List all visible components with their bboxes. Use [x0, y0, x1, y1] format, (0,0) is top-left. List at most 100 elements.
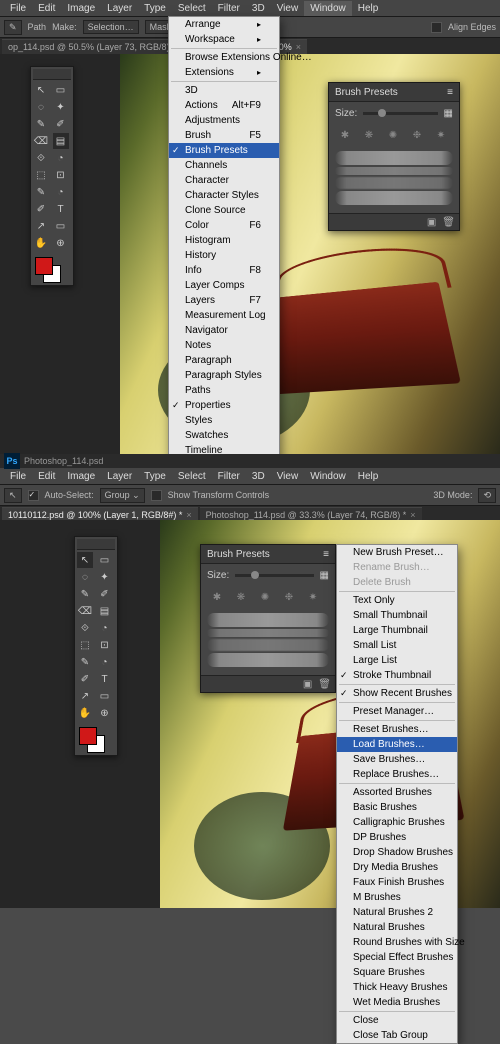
ctx-new-preset[interactable]: New Brush Preset…: [337, 545, 457, 560]
tool-stamp[interactable]: ⟐: [33, 150, 49, 166]
brush-stroke-preview[interactable]: [207, 639, 329, 651]
tool-history-brush[interactable]: ◔: [97, 620, 113, 636]
ctx-brushset[interactable]: Basic Brushes: [337, 800, 457, 815]
brush-tip[interactable]: ✺: [383, 125, 403, 145]
ctx-small-list[interactable]: Small List: [337, 638, 457, 653]
menu-select[interactable]: Select: [172, 469, 212, 484]
ctx-replace[interactable]: Replace Brushes…: [337, 767, 457, 782]
auto-select-checkbox[interactable]: [28, 490, 39, 501]
ctx-brushset[interactable]: Natural Brushes 2: [337, 905, 457, 920]
brush-stroke-preview[interactable]: [335, 167, 453, 175]
tool-eraser[interactable]: ⬚: [33, 167, 49, 183]
menu-layers[interactable]: LayersF7: [169, 293, 279, 308]
menu-para-styles[interactable]: Paragraph Styles: [169, 368, 279, 383]
tab-doc1[interactable]: op_114.psd @ 50.5% (Layer 73, RGB/8) *×: [2, 39, 191, 54]
menu-filter[interactable]: Filter: [212, 1, 246, 16]
tool-dodge[interactable]: ◔: [53, 184, 69, 200]
menu-arrange[interactable]: Arrange: [169, 17, 279, 32]
ctx-large-thumb[interactable]: Large Thumbnail: [337, 623, 457, 638]
close-icon[interactable]: ×: [410, 510, 415, 520]
tool-zoom[interactable]: ⊕: [53, 235, 69, 251]
menu-3d[interactable]: 3D: [246, 1, 271, 16]
foreground-color[interactable]: [35, 257, 53, 275]
menu-browse-ext[interactable]: Browse Extensions Online…: [169, 50, 279, 65]
ctx-brushset[interactable]: Faux Finish Brushes: [337, 875, 457, 890]
ctx-brushset[interactable]: Dry Media Brushes: [337, 860, 457, 875]
menu-info[interactable]: InfoF8: [169, 263, 279, 278]
ctx-brushset[interactable]: Calligraphic Brushes: [337, 815, 457, 830]
tool-hand[interactable]: ✋: [33, 235, 49, 251]
ctx-brushset[interactable]: Wet Media Brushes: [337, 995, 457, 1010]
tool-shape[interactable]: ▭: [53, 218, 69, 234]
tool-wand[interactable]: ✦: [53, 99, 69, 115]
tool-zoom[interactable]: ⊕: [97, 705, 113, 721]
tool-preset-icon[interactable]: ✎: [4, 20, 22, 35]
menu-edit[interactable]: Edit: [32, 1, 61, 16]
show-transform-checkbox[interactable]: [151, 490, 162, 501]
tool-eyedrop[interactable]: ✐: [53, 116, 69, 132]
menu-type[interactable]: Type: [138, 1, 172, 16]
brush-tip[interactable]: ✷: [303, 587, 323, 607]
toolbox-header[interactable]: [77, 539, 115, 550]
menu-character[interactable]: Character: [169, 173, 279, 188]
menu-adjustments[interactable]: Adjustments: [169, 113, 279, 128]
menu-image[interactable]: Image: [61, 469, 101, 484]
tool-shape[interactable]: ▭: [97, 688, 113, 704]
tool-path[interactable]: ↗: [77, 688, 93, 704]
make-selection-button[interactable]: Selection…: [83, 20, 139, 34]
tool-stamp[interactable]: ⟐: [77, 620, 93, 636]
menu-paths[interactable]: Paths: [169, 383, 279, 398]
ctx-brushset[interactable]: Thick Heavy Brushes: [337, 980, 457, 995]
ctx-brushset[interactable]: M Brushes: [337, 890, 457, 905]
toolbox-header[interactable]: [33, 69, 71, 80]
ctx-reset[interactable]: Reset Brushes…: [337, 722, 457, 737]
menu-extensions[interactable]: Extensions: [169, 65, 279, 80]
ctx-show-recent[interactable]: Show Recent Brushes: [337, 686, 457, 701]
menu-type[interactable]: Type: [138, 469, 172, 484]
tool-pen[interactable]: ✐: [33, 201, 49, 217]
ctx-preset-manager[interactable]: Preset Manager…: [337, 704, 457, 719]
tool-lasso[interactable]: ◌: [33, 99, 49, 115]
ctx-brushset[interactable]: DP Brushes: [337, 830, 457, 845]
menu-edit[interactable]: Edit: [32, 469, 61, 484]
toggle-brush-panel-icon[interactable]: ▦: [444, 108, 453, 119]
ctx-save[interactable]: Save Brushes…: [337, 752, 457, 767]
menu-swatches[interactable]: Swatches: [169, 428, 279, 443]
align-edges-checkbox[interactable]: [431, 22, 442, 33]
tool-crop[interactable]: ✎: [77, 586, 93, 602]
ctx-close-tab-group[interactable]: Close Tab Group: [337, 1028, 457, 1043]
ctx-stroke-thumb[interactable]: Stroke Thumbnail: [337, 668, 457, 683]
brush-tip[interactable]: ✱: [207, 587, 227, 607]
menu-paragraph[interactable]: Paragraph: [169, 353, 279, 368]
tool-wand[interactable]: ✦: [97, 569, 113, 585]
tool-pen[interactable]: ✐: [77, 671, 93, 687]
close-icon[interactable]: ×: [296, 42, 301, 52]
3d-mode-icon[interactable]: ⟲: [478, 488, 496, 503]
brush-stroke-preview[interactable]: [207, 613, 329, 627]
ctx-brushset[interactable]: Natural Brushes: [337, 920, 457, 935]
menu-view[interactable]: View: [271, 1, 305, 16]
ctx-brushset[interactable]: Square Brushes: [337, 965, 457, 980]
tool-type[interactable]: T: [53, 201, 69, 217]
auto-select-dropdown[interactable]: Group ⌄: [100, 488, 145, 503]
menu-history[interactable]: History: [169, 248, 279, 263]
path-mode[interactable]: Path: [28, 22, 47, 32]
size-slider[interactable]: [363, 112, 437, 115]
brush-tip[interactable]: ❋: [359, 125, 379, 145]
menu-file[interactable]: File: [4, 469, 32, 484]
menu-actions[interactable]: ActionsAlt+F9: [169, 98, 279, 113]
menu-help[interactable]: Help: [352, 469, 385, 484]
new-preset-icon[interactable]: ▣: [427, 217, 436, 228]
new-preset-icon[interactable]: ▣: [303, 679, 312, 690]
tool-lasso[interactable]: ◌: [77, 569, 93, 585]
tool-hand[interactable]: ✋: [77, 705, 93, 721]
ctx-load[interactable]: Load Brushes…: [337, 737, 457, 752]
menu-view[interactable]: View: [271, 469, 305, 484]
tool-history-brush[interactable]: ◔: [53, 150, 69, 166]
menu-navigator[interactable]: Navigator: [169, 323, 279, 338]
delete-preset-icon[interactable]: 🗑: [318, 679, 331, 690]
tool-blur[interactable]: ✎: [77, 654, 93, 670]
tool-type[interactable]: T: [97, 671, 113, 687]
ctx-brushset[interactable]: Assorted Brushes: [337, 785, 457, 800]
brush-tip[interactable]: ❉: [279, 587, 299, 607]
